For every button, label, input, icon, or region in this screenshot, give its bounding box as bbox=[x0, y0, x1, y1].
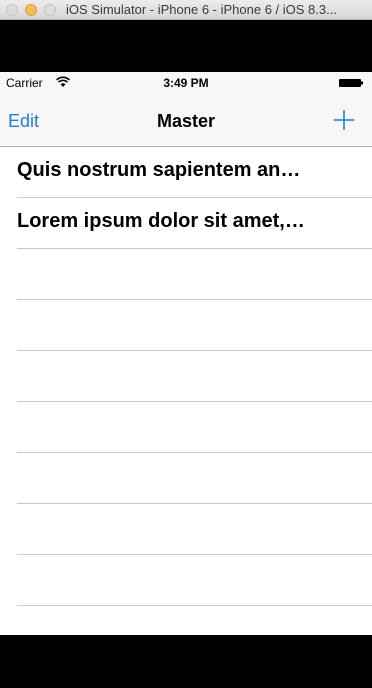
navigation-bar: Edit Master bbox=[0, 92, 372, 147]
empty-row bbox=[0, 249, 372, 300]
list-item[interactable]: Quis nostrum sapientem an… bbox=[0, 147, 372, 198]
status-time: 3:49 PM bbox=[163, 76, 209, 90]
window-titlebar: iOS Simulator - iPhone 6 - iPhone 6 / iO… bbox=[0, 0, 372, 20]
empty-row bbox=[0, 300, 372, 351]
row-separator bbox=[17, 605, 372, 606]
device-bezel-top bbox=[0, 20, 372, 72]
list-item-text: Lorem ipsum dolor sit amet,… bbox=[17, 210, 305, 232]
device-bezel-bottom bbox=[0, 635, 372, 688]
close-window-button[interactable] bbox=[6, 4, 18, 16]
list-item-text: Quis nostrum sapientem an… bbox=[17, 159, 301, 181]
plus-icon[interactable] bbox=[332, 108, 356, 132]
empty-row bbox=[0, 555, 372, 606]
window-title: iOS Simulator - iPhone 6 - iPhone 6 / iO… bbox=[66, 2, 337, 17]
nav-title: Master bbox=[156, 111, 216, 131]
zoom-window-button[interactable] bbox=[44, 4, 56, 16]
list-item[interactable]: Lorem ipsum dolor sit amet,… bbox=[0, 198, 372, 249]
device-screen: Carrier 3:49 PM Edit Master Quis nostrum… bbox=[0, 72, 372, 635]
empty-row bbox=[0, 504, 372, 555]
empty-row bbox=[0, 402, 372, 453]
battery-icon bbox=[339, 79, 363, 87]
minimize-window-button[interactable] bbox=[25, 4, 37, 16]
empty-row bbox=[0, 453, 372, 504]
master-list: Quis nostrum sapientem an… Lorem ipsum d… bbox=[0, 147, 372, 606]
empty-row bbox=[0, 351, 372, 402]
status-bar: Carrier 3:49 PM bbox=[0, 72, 372, 92]
